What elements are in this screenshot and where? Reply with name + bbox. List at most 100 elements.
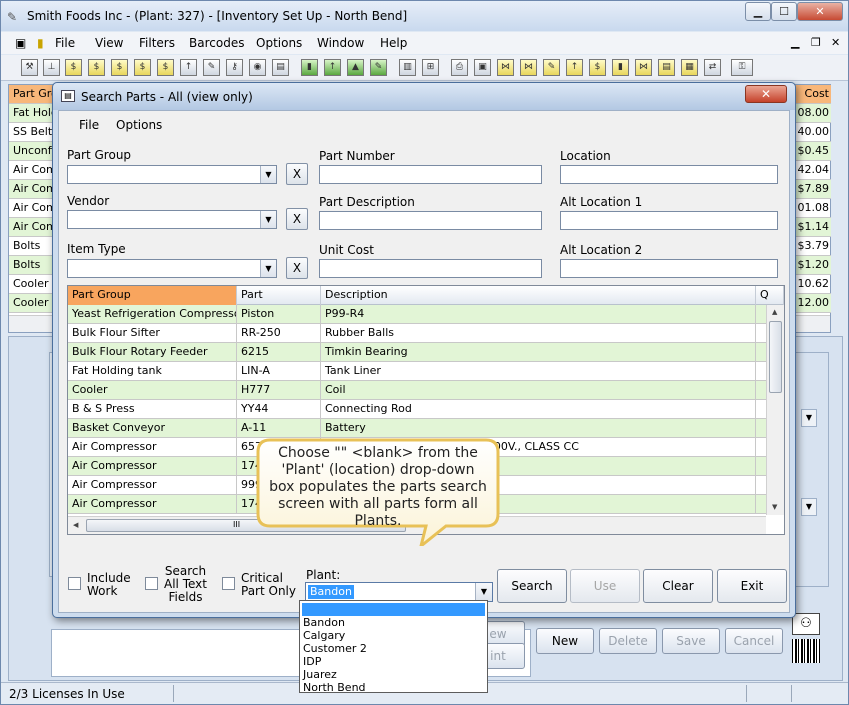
exit-button[interactable]: Exit: [717, 569, 787, 603]
tool-bottle-icon[interactable]: ▮: [301, 59, 318, 76]
tool-yellow-chart-icon[interactable]: ▤: [658, 59, 675, 76]
dialog-menu-file[interactable]: File: [79, 118, 99, 132]
search-button[interactable]: Search: [497, 569, 567, 603]
table-row[interactable]: Fat Holding tank LIN-A Tank Liner: [68, 362, 768, 381]
mdi-restore-icon[interactable]: ❐: [811, 36, 821, 49]
minimize-button[interactable]: ▁: [745, 2, 771, 21]
tool-flow-icon[interactable]: ⋈: [497, 59, 514, 76]
plant-dropdown-list[interactable]: Bandon Calgary Customer 2 IDP Juarez Nor…: [299, 600, 488, 694]
column-header-description[interactable]: Description: [321, 286, 756, 305]
chevron-down-icon[interactable]: ▼: [475, 583, 492, 601]
unit-cost-input[interactable]: [319, 259, 542, 278]
vertical-scroll-thumb[interactable]: [769, 321, 782, 393]
clear-vendor-button[interactable]: X: [286, 208, 308, 230]
location-input[interactable]: [560, 165, 778, 184]
menu-barcodes[interactable]: Barcodes: [189, 36, 244, 50]
menu-view[interactable]: View: [95, 36, 123, 50]
mdi-close-icon[interactable]: ✕: [831, 36, 840, 49]
tool-globe-icon[interactable]: ◉: [249, 59, 266, 76]
grid-vertical-scrollbar[interactable]: ▲ ▼: [766, 305, 784, 515]
table-row[interactable]: Yeast Refrigeration Compressor Piston P99-…: [68, 305, 768, 324]
plant-dropdown[interactable]: Bandon ▼: [305, 582, 493, 602]
tool-yellow-dollar-icon[interactable]: $: [589, 59, 606, 76]
clear-item-type-button[interactable]: X: [286, 257, 308, 279]
plant-option-customer-2[interactable]: Customer 2: [302, 642, 485, 655]
vendor-combo[interactable]: ▼: [67, 210, 277, 229]
table-row[interactable]: B & S Press YY44 Connecting Rod: [68, 400, 768, 419]
tool-pin-icon[interactable]: ⊥: [43, 59, 60, 76]
column-header-qty[interactable]: Q: [756, 286, 784, 305]
alt-location-1-input[interactable]: [560, 211, 778, 230]
mdi-minimize-icon[interactable]: ▁: [791, 36, 799, 49]
menu-window[interactable]: Window: [317, 36, 364, 50]
menu-file[interactable]: File: [55, 36, 75, 50]
search-all-text-checkbox[interactable]: [145, 577, 158, 590]
tool-green-up-icon[interactable]: ↑: [324, 59, 341, 76]
tool-dollar-5-icon[interactable]: $: [157, 59, 174, 76]
tool-key-icon[interactable]: ⚷: [226, 59, 243, 76]
menu-help[interactable]: Help: [380, 36, 407, 50]
tool-yellow-pen-icon[interactable]: ✎: [543, 59, 560, 76]
tool-wrench-icon[interactable]: ⚒: [21, 59, 38, 76]
tool-chart-icon[interactable]: ▤: [272, 59, 289, 76]
close-button[interactable]: ✕: [797, 2, 843, 21]
dialog-close-button[interactable]: ✕: [745, 85, 787, 103]
part-group-combo[interactable]: ▼: [67, 165, 277, 184]
clear-button[interactable]: Clear: [643, 569, 713, 603]
plant-option-idp[interactable]: IDP: [302, 655, 485, 668]
tool-print-icon[interactable]: ⎙: [451, 59, 468, 76]
tool-flow-2-icon[interactable]: ⋈: [520, 59, 537, 76]
column-header-part-group[interactable]: Part Group: [68, 286, 237, 305]
cancel-button[interactable]: Cancel: [725, 628, 783, 654]
menu-filters[interactable]: Filters: [139, 36, 175, 50]
clear-part-group-button[interactable]: X: [286, 163, 308, 185]
tool-dollar-4-icon[interactable]: $: [134, 59, 151, 76]
table-row[interactable]: Basket Conveyor A-11 Battery: [68, 419, 768, 438]
scroll-down-icon[interactable]: ▼: [772, 503, 777, 511]
include-work-checkbox[interactable]: [68, 577, 81, 590]
vendor-label: Vendor: [67, 194, 110, 208]
binoculars-icon[interactable]: ⚇: [792, 613, 820, 635]
tool-key-2-icon[interactable]: ⚿: [731, 59, 753, 76]
tool-bars-icon[interactable]: ▥: [399, 59, 416, 76]
plant-option-juarez[interactable]: Juarez: [302, 668, 485, 681]
tool-swap-icon[interactable]: ⇄: [704, 59, 721, 76]
unit-cost-label: Unit Cost: [319, 243, 374, 257]
tool-green-pen-icon[interactable]: ✎: [370, 59, 387, 76]
tool-image-icon[interactable]: ▣: [474, 59, 491, 76]
table-row[interactable]: Cooler H777 Coil: [68, 381, 768, 400]
item-type-combo[interactable]: ▼: [67, 259, 277, 278]
tool-yellow-grid-icon[interactable]: ▦: [681, 59, 698, 76]
tool-yellow-up-icon[interactable]: ↑: [566, 59, 583, 76]
critical-part-checkbox[interactable]: [222, 577, 235, 590]
tool-pen-icon[interactable]: ✎: [203, 59, 220, 76]
part-number-input[interactable]: [319, 165, 542, 184]
scroll-left-icon[interactable]: ◀: [73, 521, 78, 529]
column-header-part[interactable]: Part: [237, 286, 321, 305]
tool-dollar-3-icon[interactable]: $: [111, 59, 128, 76]
tool-dollar-1-icon[interactable]: $: [65, 59, 82, 76]
save-button[interactable]: Save: [662, 628, 720, 654]
tool-up-icon[interactable]: ↑: [180, 59, 197, 76]
plant-option-north-bend[interactable]: North Bend: [302, 681, 485, 694]
table-row[interactable]: Bulk Flour Sifter RR-250 Rubber Balls: [68, 324, 768, 343]
plant-option-blank[interactable]: [302, 603, 485, 616]
tool-yellow-bottle-icon[interactable]: ▮: [612, 59, 629, 76]
dialog-menu-options[interactable]: Options: [116, 118, 162, 132]
tool-tree-icon[interactable]: ⊞: [422, 59, 439, 76]
use-button[interactable]: Use: [570, 569, 640, 603]
alt-location-2-input[interactable]: [560, 259, 778, 278]
menu-options[interactable]: Options: [256, 36, 302, 50]
part-description-input[interactable]: [319, 211, 542, 230]
tool-green-chart-icon[interactable]: ▲: [347, 59, 364, 76]
scroll-up-icon[interactable]: ▲: [772, 308, 777, 316]
plant-option-calgary[interactable]: Calgary: [302, 629, 485, 642]
tool-dollar-2-icon[interactable]: $: [88, 59, 105, 76]
maximize-button[interactable]: ☐: [771, 2, 797, 21]
plant-option-bandon[interactable]: Bandon: [302, 616, 485, 629]
delete-button[interactable]: Delete: [599, 628, 657, 654]
tool-yellow-flow-icon[interactable]: ⋈: [635, 59, 652, 76]
table-row[interactable]: Bulk Flour Rotary Feeder 6215 Timkin Beari…: [68, 343, 768, 362]
barcode-icon[interactable]: [792, 639, 820, 663]
new-button[interactable]: New: [536, 628, 594, 654]
